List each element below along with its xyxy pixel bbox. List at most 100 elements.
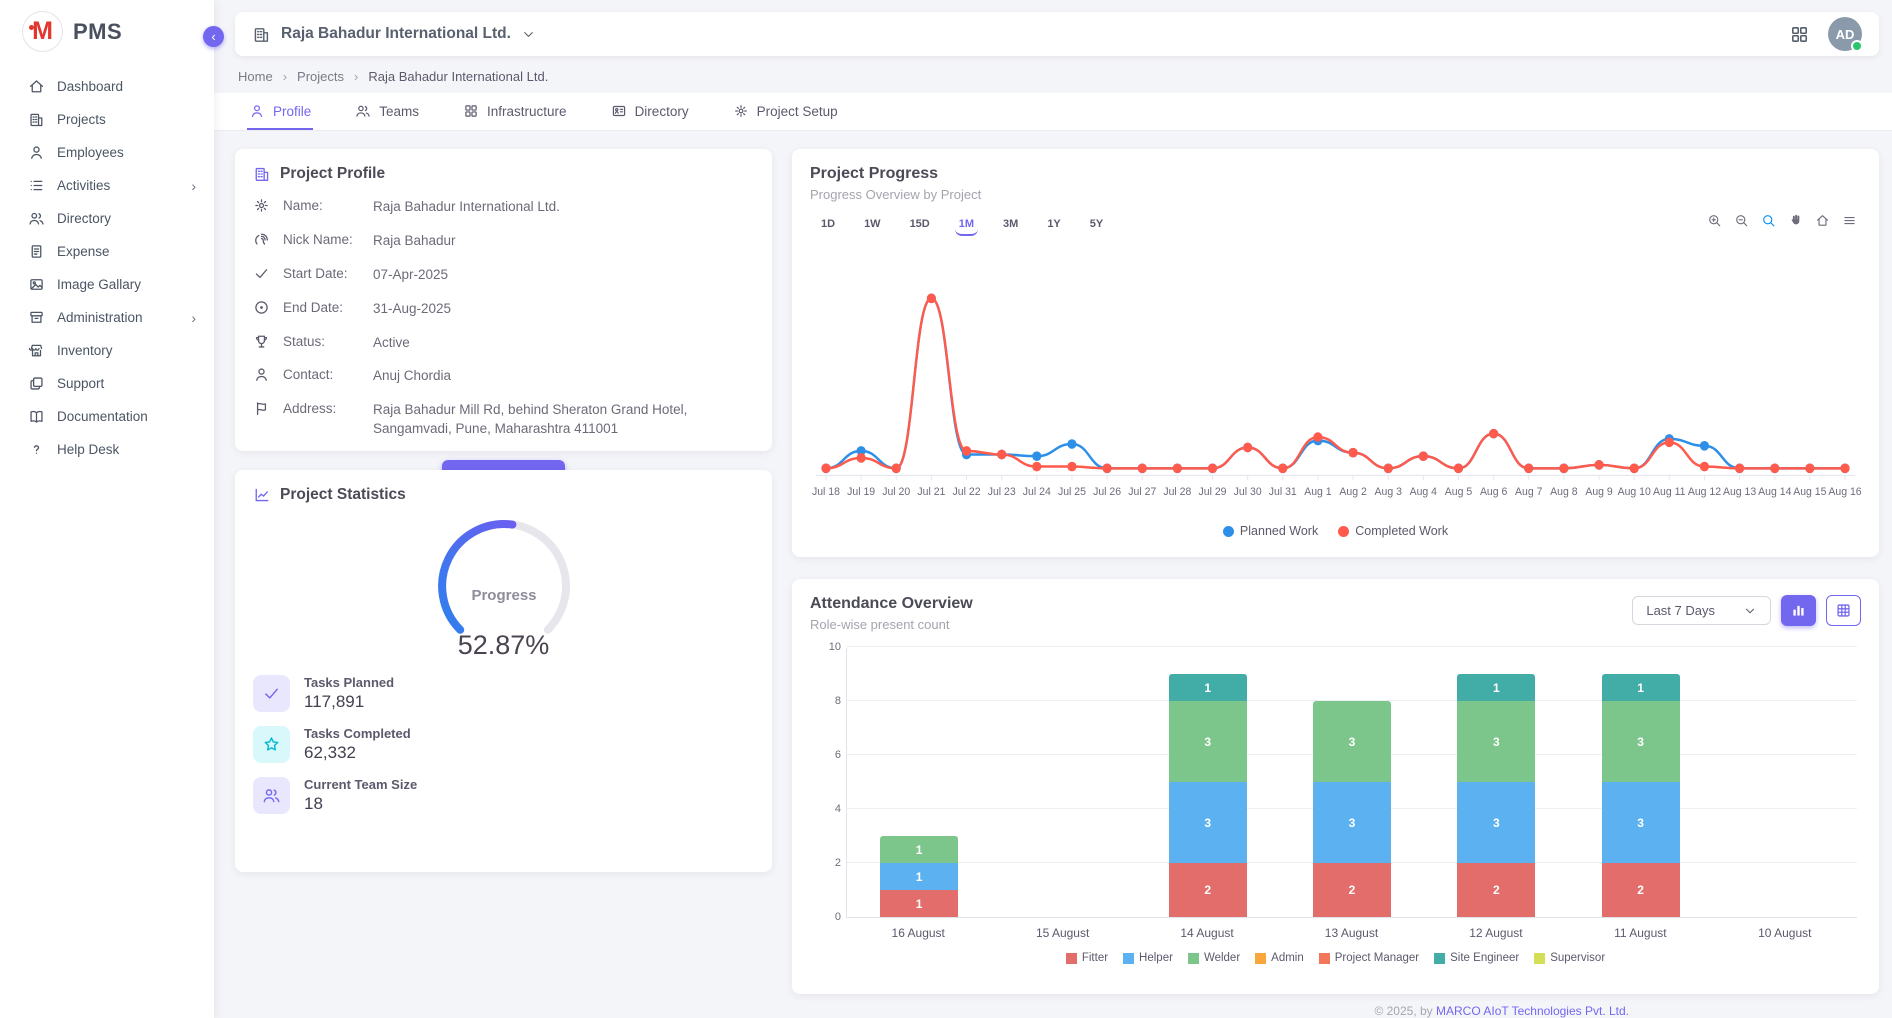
sidebar-item-administration[interactable]: Administration› bbox=[0, 301, 214, 334]
bar-12-august[interactable]: 2331 bbox=[1424, 648, 1568, 917]
field-value: 31-Aug-2025 bbox=[373, 299, 703, 319]
app-logo[interactable]: M PMS bbox=[0, 0, 214, 60]
legend-label: Supervisor bbox=[1550, 952, 1605, 964]
range-3m[interactable]: 3M bbox=[999, 215, 1022, 236]
sidebar-item-inventory[interactable]: Inventory bbox=[0, 334, 214, 367]
bar-10-august[interactable] bbox=[1713, 648, 1857, 917]
sidebar-item-expense[interactable]: Expense bbox=[0, 235, 214, 268]
legend-completed-work[interactable]: Completed Work bbox=[1338, 524, 1448, 538]
buildings-icon bbox=[252, 25, 271, 44]
logo-text: PMS bbox=[73, 19, 122, 45]
table-view-button[interactable] bbox=[1826, 595, 1861, 626]
pan-icon[interactable] bbox=[1788, 213, 1803, 228]
progress-line-chart[interactable]: Jul 18Jul 19Jul 20Jul 21Jul 22Jul 23Jul … bbox=[810, 258, 1861, 520]
legend-admin[interactable]: Admin bbox=[1255, 952, 1304, 964]
footer-company-link[interactable]: MARCO AIoT Technologies Pvt. Ltd. bbox=[1436, 1004, 1629, 1018]
sidebar-item-label: Dashboard bbox=[57, 79, 123, 94]
breadcrumb-link[interactable]: Home bbox=[238, 69, 273, 84]
attendance-bar-chart[interactable]: 0246810111233123323312331 16 August15 Au… bbox=[846, 648, 1857, 950]
breadcrumb-separator: › bbox=[283, 69, 287, 84]
bar-16-august[interactable]: 111 bbox=[847, 648, 991, 917]
legend-label: Site Engineer bbox=[1450, 952, 1519, 964]
bar-view-button[interactable] bbox=[1781, 595, 1816, 626]
users-icon bbox=[28, 210, 45, 227]
gauge-percent: 52.87% bbox=[458, 630, 550, 661]
range-5y[interactable]: 5Y bbox=[1086, 215, 1107, 236]
legend-welder[interactable]: Welder bbox=[1188, 952, 1240, 964]
range-1y[interactable]: 1Y bbox=[1043, 215, 1064, 236]
sidebar-item-activities[interactable]: Activities› bbox=[0, 169, 214, 202]
range-1m[interactable]: 1M bbox=[955, 215, 978, 236]
zoom-in-icon[interactable] bbox=[1707, 213, 1722, 228]
zoom-out-icon bbox=[1734, 213, 1749, 228]
sidebar-item-projects[interactable]: Projects bbox=[0, 103, 214, 136]
sidebar-item-employees[interactable]: Employees bbox=[0, 136, 214, 169]
check-icon bbox=[253, 675, 290, 712]
breadcrumb-link[interactable]: Projects bbox=[297, 69, 344, 84]
legend-project-manager[interactable]: Project Manager bbox=[1319, 952, 1419, 964]
field-value: Raja Bahadur bbox=[373, 231, 703, 251]
tab-directory[interactable]: Directory bbox=[609, 93, 691, 130]
sidebar-item-label: Directory bbox=[57, 211, 111, 226]
days-filter-select[interactable]: Last 7 Days bbox=[1632, 596, 1771, 625]
company-selector[interactable]: Raja Bahadur International Ltd. bbox=[252, 25, 536, 44]
sidebar-item-label: Expense bbox=[57, 244, 110, 259]
tabs: Profile Teams Infrastructure Directory Proje… bbox=[214, 93, 1892, 131]
legend-planned-work[interactable]: Planned Work bbox=[1223, 524, 1318, 538]
menu-icon[interactable] bbox=[1842, 213, 1857, 228]
legend-site-engineer[interactable]: Site Engineer bbox=[1434, 952, 1519, 964]
profile-field-status: Status:Active bbox=[253, 333, 754, 353]
sidebar-item-dashboard[interactable]: Dashboard bbox=[0, 70, 214, 103]
legend-helper[interactable]: Helper bbox=[1123, 952, 1173, 964]
legend-fitter[interactable]: Fitter bbox=[1066, 952, 1108, 964]
legend-supervisor[interactable]: Supervisor bbox=[1534, 952, 1605, 964]
legend-swatch bbox=[1255, 953, 1266, 964]
svg-text:Jul 18: Jul 18 bbox=[812, 486, 840, 498]
tab-teams[interactable]: Teams bbox=[353, 93, 421, 130]
tab-infrastructure[interactable]: Infrastructure bbox=[461, 93, 569, 130]
bar-14-august[interactable]: 2331 bbox=[1136, 648, 1280, 917]
selection-zoom-icon[interactable] bbox=[1761, 213, 1776, 228]
y-axis-tick: 0 bbox=[815, 911, 841, 923]
bar-segment-fitter: 2 bbox=[1602, 863, 1680, 917]
field-value: Anuj Chordia bbox=[373, 366, 703, 386]
sidebar-item-support[interactable]: Support bbox=[0, 367, 214, 400]
sidebar-item-help-desk[interactable]: Help Desk bbox=[0, 433, 214, 466]
range-1w[interactable]: 1W bbox=[860, 215, 885, 236]
sidebar-collapse-button[interactable]: ‹ bbox=[203, 26, 224, 47]
profile-field-contact: Contact:Anuj Chordia bbox=[253, 366, 754, 386]
legend-label: Helper bbox=[1139, 952, 1173, 964]
breadcrumb-current: Raja Bahadur International Ltd. bbox=[368, 69, 548, 84]
stat-tasks-completed: Tasks Completed62,332 bbox=[253, 726, 754, 763]
reset-home-icon[interactable] bbox=[1815, 213, 1830, 228]
apps-grid-icon[interactable] bbox=[1789, 24, 1810, 45]
users-icon bbox=[262, 786, 281, 805]
avatar[interactable]: AD bbox=[1828, 17, 1862, 51]
sidebar-item-documentation[interactable]: Documentation bbox=[0, 400, 214, 433]
sidebar-item-image-gallary[interactable]: Image Gallary bbox=[0, 268, 214, 301]
sidebar-item-directory[interactable]: Directory bbox=[0, 202, 214, 235]
content: Project Profile Name:Raja Bahadur Intern… bbox=[235, 149, 1879, 994]
legend-dot bbox=[1338, 526, 1349, 537]
sidebar-item-label: Image Gallary bbox=[57, 277, 141, 292]
top-header: Raja Bahadur International Ltd. AD bbox=[235, 12, 1879, 56]
sidebar-item-label: Inventory bbox=[57, 343, 113, 358]
tab-project-setup[interactable]: Project Setup bbox=[731, 93, 840, 130]
fingerprint-icon bbox=[253, 231, 270, 248]
breadcrumb-separator: › bbox=[354, 69, 358, 84]
sidebar-item-label: Help Desk bbox=[57, 442, 119, 457]
range-15d[interactable]: 15D bbox=[906, 215, 934, 236]
svg-text:Aug 3: Aug 3 bbox=[1375, 486, 1402, 498]
chevron-down-icon bbox=[521, 27, 536, 42]
profile-field-name: Name:Raja Bahadur International Ltd. bbox=[253, 197, 754, 217]
profile-field-start-date: Start Date:07-Apr-2025 bbox=[253, 265, 754, 285]
zoom-out-icon[interactable] bbox=[1734, 213, 1749, 228]
bar-11-august[interactable]: 2331 bbox=[1568, 648, 1712, 917]
project-profile-icon bbox=[253, 165, 271, 183]
field-label: Status: bbox=[283, 333, 373, 349]
tab-profile[interactable]: Profile bbox=[247, 93, 313, 130]
tab-label: Infrastructure bbox=[487, 104, 567, 119]
bar-13-august[interactable]: 233 bbox=[1280, 648, 1424, 917]
range-1d[interactable]: 1D bbox=[817, 215, 839, 236]
bar-15-august[interactable] bbox=[991, 648, 1135, 917]
